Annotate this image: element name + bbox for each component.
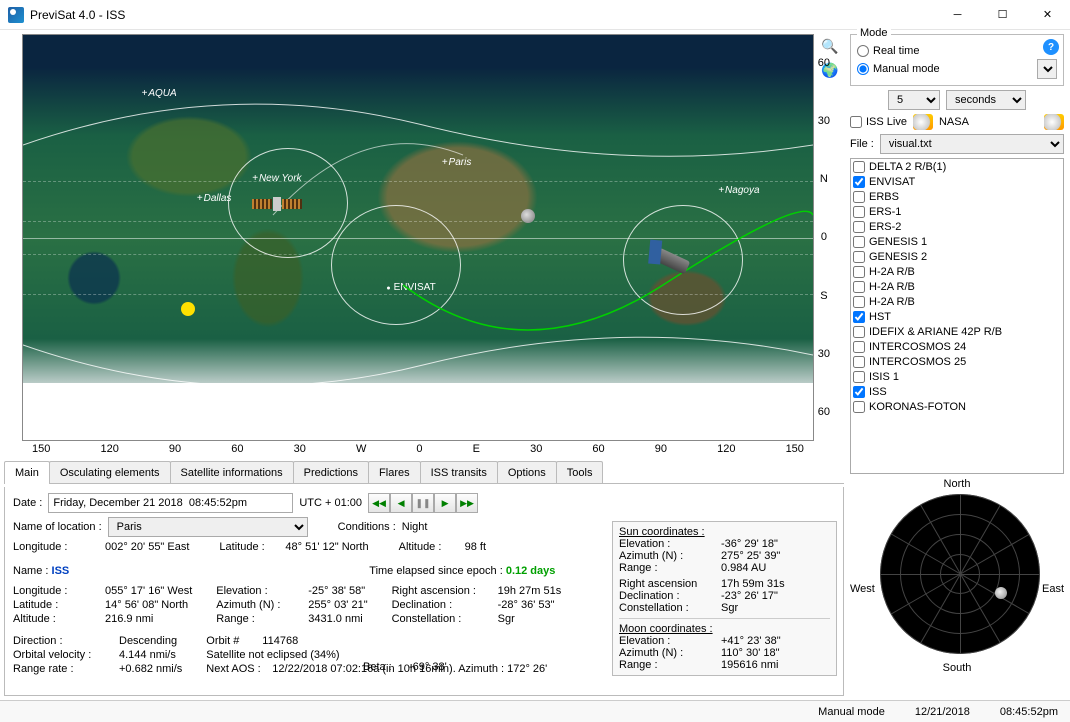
latitude-axis: 6030N0S3060 [818, 34, 830, 441]
radio-realtime[interactable]: Real time [857, 45, 1057, 57]
list-item[interactable]: INTERCOSMOS 24 [851, 339, 1063, 354]
sat-checkbox[interactable] [853, 386, 865, 398]
location-select[interactable]: Paris [108, 517, 308, 537]
weather-icon-2[interactable] [1044, 114, 1064, 130]
tab-tools[interactable]: Tools [556, 461, 604, 483]
rewind-button[interactable]: ◀ [390, 493, 412, 513]
list-item[interactable]: KORONAS-FOTON [851, 399, 1063, 414]
sat-checkbox[interactable] [853, 326, 865, 338]
forward-fast-button[interactable]: ▶▶ [456, 493, 478, 513]
list-item[interactable]: ERS-1 [851, 204, 1063, 219]
sat-checkbox[interactable] [853, 191, 865, 203]
date-label: Date : [13, 497, 42, 509]
sat-checkbox[interactable] [853, 176, 865, 188]
sat-checkbox[interactable] [853, 356, 865, 368]
tab-main[interactable]: Main [4, 461, 50, 483]
satellite-list[interactable]: DELTA 2 R/B(1)ENVISATERBSERS-1ERS-2GENES… [850, 158, 1064, 474]
iss-icon [252, 189, 302, 219]
sat-checkbox[interactable] [853, 161, 865, 173]
maximize-button[interactable]: ☐ [980, 0, 1025, 30]
weather-icon[interactable] [913, 114, 933, 130]
map-label-dallas: Dallas [197, 193, 232, 204]
minimize-button[interactable]: ─ [935, 0, 980, 30]
window-title: PreviSat 4.0 - ISS [30, 8, 125, 22]
conditions-label: Conditions : [338, 521, 396, 533]
skychart-moon-icon [995, 587, 1007, 599]
utc-label: UTC + 01:00 [299, 497, 362, 509]
conditions-value: Night [402, 521, 428, 533]
world-map-panel: AQUA New York Dallas Paris Nagoya ENVISA… [4, 34, 844, 459]
list-item[interactable]: ISS [851, 384, 1063, 399]
list-item[interactable]: H-2A R/B [851, 264, 1063, 279]
rewind-fast-button[interactable]: ◀◀ [368, 493, 390, 513]
sat-checkbox[interactable] [853, 221, 865, 233]
map-label-aqua: AQUA [142, 88, 177, 99]
play-button[interactable]: ▶ [434, 493, 456, 513]
pause-button[interactable]: ❚❚ [412, 493, 434, 513]
mode-dropdown[interactable] [1037, 59, 1057, 79]
iss-live-checkbox[interactable]: ISS Live [850, 116, 907, 128]
map-label-paris: Paris [442, 157, 472, 168]
sat-checkbox[interactable] [853, 371, 865, 383]
app-icon [8, 7, 24, 23]
list-item[interactable]: IDEFIX & ARIANE 42P R/B [851, 324, 1063, 339]
list-item[interactable]: ERS-2 [851, 219, 1063, 234]
file-select[interactable]: visual.txt [880, 134, 1064, 154]
sun-coordinates-panel: Sun coordinates : Elevation :-36° 29' 18… [612, 521, 837, 676]
status-date: 12/21/2018 [915, 706, 970, 718]
list-item[interactable]: H-2A R/B [851, 279, 1063, 294]
list-item[interactable]: INTERCOSMOS 25 [851, 354, 1063, 369]
sat-checkbox[interactable] [853, 311, 865, 323]
world-map[interactable]: AQUA New York Dallas Paris Nagoya ENVISA… [22, 34, 814, 441]
status-bar: Manual mode 12/21/2018 08:45:52pm [0, 700, 1070, 722]
list-item[interactable]: ENVISAT [851, 174, 1063, 189]
mode-group: Mode ? Real time Manual mode [850, 34, 1064, 86]
status-mode: Manual mode [818, 706, 885, 718]
name-label: Name : [13, 565, 48, 577]
list-item[interactable]: DELTA 2 R/B(1) [851, 159, 1063, 174]
list-item[interactable]: ISIS 1 [851, 369, 1063, 384]
list-item[interactable]: H-2A R/B [851, 294, 1063, 309]
radio-manual[interactable]: Manual mode [857, 63, 1037, 75]
sat-checkbox[interactable] [853, 206, 865, 218]
map-label-nagoya: Nagoya [718, 185, 759, 196]
tab-options[interactable]: Options [497, 461, 557, 483]
list-item[interactable]: ERBS [851, 189, 1063, 204]
longitude-axis: 150120906030W0E306090120150 [22, 443, 814, 459]
date-input[interactable] [48, 493, 293, 513]
moon-icon [521, 209, 535, 223]
step-select[interactable]: 5 [888, 90, 940, 110]
sat-checkbox[interactable] [853, 401, 865, 413]
sat-checkbox[interactable] [853, 266, 865, 278]
sat-checkbox[interactable] [853, 281, 865, 293]
sat-checkbox[interactable] [853, 296, 865, 308]
name-value: ISS [52, 565, 70, 577]
list-item[interactable]: GENESIS 1 [851, 234, 1063, 249]
list-item[interactable]: GENESIS 2 [851, 249, 1063, 264]
list-item[interactable]: HST [851, 309, 1063, 324]
tab-osculating[interactable]: Osculating elements [49, 461, 171, 483]
sun-icon [181, 302, 195, 316]
unit-select[interactable]: seconds [946, 90, 1026, 110]
titlebar: PreviSat 4.0 - ISS ─ ☐ ✕ [0, 0, 1070, 30]
main-panel: Date : UTC + 01:00 ◀◀ ◀ ❚❚ ▶ ▶▶ Name of … [4, 487, 844, 696]
sat-checkbox[interactable] [853, 251, 865, 263]
tab-predictions[interactable]: Predictions [293, 461, 369, 483]
tab-bar: Main Osculating elements Satellite infor… [4, 462, 844, 484]
tab-iss-transits[interactable]: ISS transits [420, 461, 498, 483]
help-icon[interactable]: ? [1043, 39, 1059, 55]
tab-flares[interactable]: Flares [368, 461, 421, 483]
status-time: 08:45:52pm [1000, 706, 1058, 718]
sat-checkbox[interactable] [853, 341, 865, 353]
tab-satinfo[interactable]: Satellite informations [170, 461, 294, 483]
sat-checkbox[interactable] [853, 236, 865, 248]
location-label: Name of location : [13, 521, 102, 533]
close-button[interactable]: ✕ [1025, 0, 1070, 30]
sky-chart: North South West East [850, 478, 1064, 696]
